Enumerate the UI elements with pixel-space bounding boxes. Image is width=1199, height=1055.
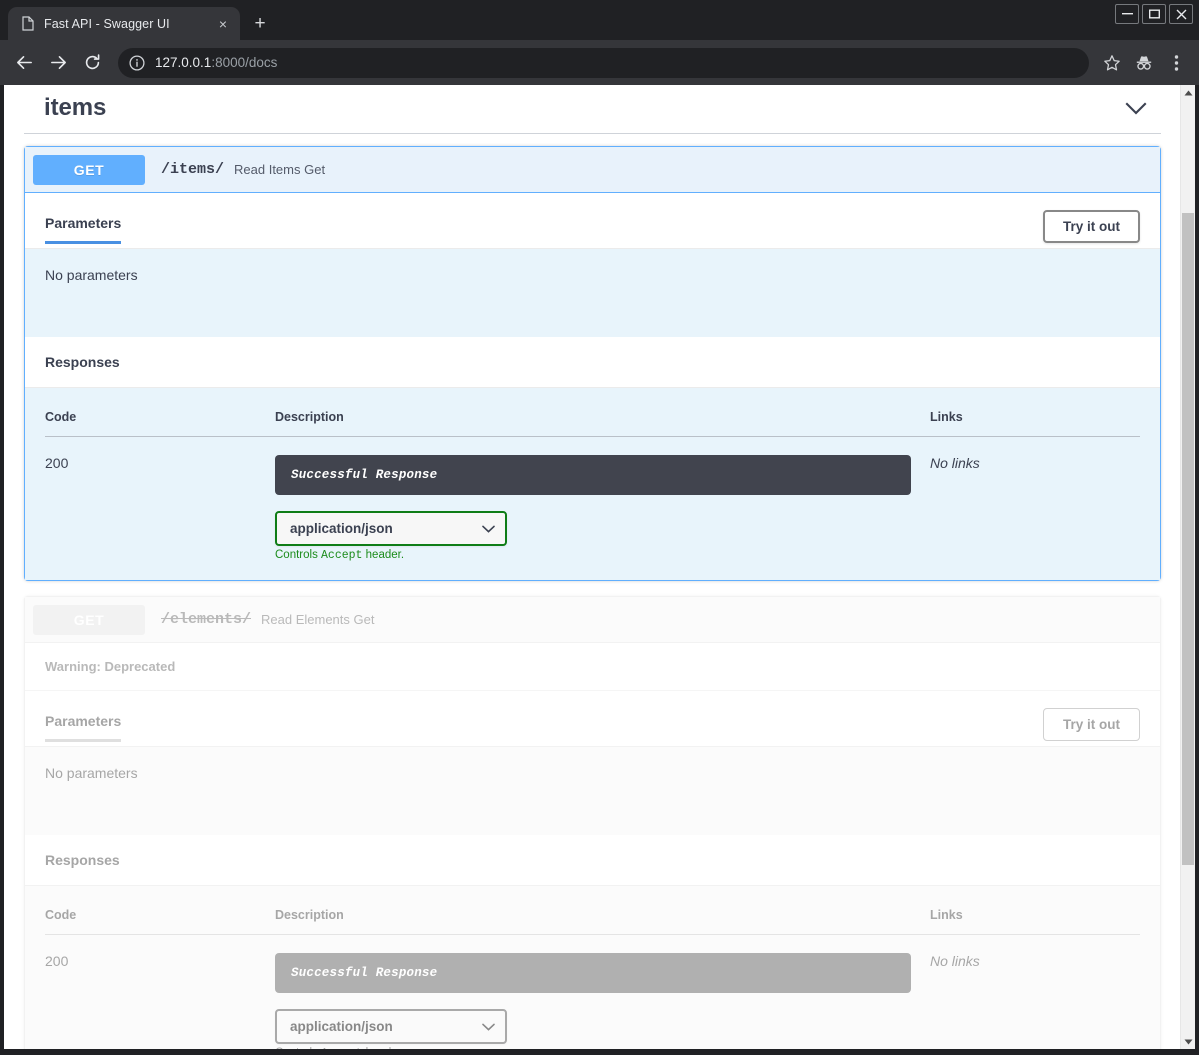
address-bar[interactable]: 127.0.0.1:8000/docs bbox=[118, 48, 1089, 78]
reload-icon[interactable] bbox=[76, 47, 108, 79]
tab-close-icon[interactable]: × bbox=[214, 15, 232, 33]
window-controls bbox=[1115, 4, 1193, 24]
browser-window: Fast API - Swagger UI × + bbox=[0, 0, 1199, 1055]
column-header-description: Description bbox=[275, 908, 930, 935]
response-description-cell: Successful Response application/json bbox=[275, 935, 930, 1050]
browser-tab[interactable]: Fast API - Swagger UI × bbox=[8, 7, 240, 40]
operation-path: /items/ bbox=[145, 161, 234, 178]
scroll-down-arrow-icon[interactable] bbox=[1181, 1034, 1195, 1049]
parameters-header: Parameters Try it out bbox=[25, 193, 1160, 249]
hint-prefix: Controls bbox=[275, 1047, 321, 1049]
hint-prefix: Controls bbox=[275, 549, 321, 561]
chevron-down-icon bbox=[482, 525, 495, 533]
operation-summary[interactable]: GET /elements/ Read Elements Get bbox=[25, 597, 1160, 643]
tag-section-header[interactable]: items bbox=[24, 93, 1161, 134]
swagger-ui: items GET /items/ Read Items Get bbox=[24, 85, 1161, 1049]
responses-title: Responses bbox=[25, 337, 1160, 388]
operation-summary-text: Read Elements Get bbox=[261, 612, 374, 627]
star-icon[interactable] bbox=[1097, 48, 1127, 78]
content-type-select[interactable]: application/json bbox=[275, 1009, 507, 1044]
operation-body: Parameters Try it out No parameters Resp… bbox=[25, 193, 1160, 580]
table-row: 200 Successful Response application/json bbox=[45, 935, 1140, 1050]
hint-header-name: Accept bbox=[321, 549, 362, 562]
hint-suffix: header. bbox=[362, 549, 404, 561]
responses-table: Code Description Links 200 bbox=[45, 908, 1140, 1049]
response-description-box: Successful Response bbox=[275, 455, 911, 495]
forward-icon[interactable] bbox=[42, 47, 74, 79]
hint-suffix: header. bbox=[362, 1047, 404, 1049]
column-header-code: Code bbox=[45, 908, 275, 935]
parameters-empty-text: No parameters bbox=[25, 249, 1160, 337]
swagger-page: items GET /items/ Read Items Get bbox=[4, 85, 1180, 1049]
tab-title: Fast API - Swagger UI bbox=[44, 17, 206, 31]
response-code: 200 bbox=[45, 935, 275, 1050]
url-text: 127.0.0.1:8000/docs bbox=[155, 55, 277, 70]
browser-toolbar: 127.0.0.1:8000/docs bbox=[0, 40, 1199, 85]
responses-table: Code Description Links 200 bbox=[45, 410, 1140, 562]
http-method-badge: GET bbox=[33, 155, 145, 185]
parameters-empty-text: No parameters bbox=[25, 747, 1160, 835]
response-code: 200 bbox=[45, 437, 275, 563]
tab-strip: Fast API - Swagger UI × + bbox=[0, 0, 1199, 40]
try-it-out-button[interactable]: Try it out bbox=[1043, 708, 1140, 741]
try-it-out-button[interactable]: Try it out bbox=[1043, 210, 1140, 243]
new-tab-button[interactable]: + bbox=[246, 9, 274, 37]
response-description-cell: Successful Response application/json bbox=[275, 437, 930, 563]
back-icon[interactable] bbox=[8, 47, 40, 79]
tab-parameters[interactable]: Parameters bbox=[45, 708, 121, 742]
url-host: 127.0.0.1 bbox=[155, 55, 211, 70]
maximize-button[interactable] bbox=[1142, 4, 1166, 24]
content-type-value: application/json bbox=[290, 521, 393, 536]
column-header-links: Links bbox=[930, 410, 1140, 437]
content-type-value: application/json bbox=[290, 1019, 393, 1034]
url-path: :8000/docs bbox=[211, 55, 277, 70]
content-type-wrapper: application/json bbox=[275, 993, 930, 1049]
no-links-text: No links bbox=[930, 455, 980, 471]
chevron-down-icon bbox=[482, 1023, 495, 1031]
response-links-cell: No links bbox=[930, 935, 1140, 1050]
scrollbar-thumb[interactable] bbox=[1182, 213, 1194, 865]
chevron-down-icon[interactable] bbox=[1121, 93, 1161, 123]
responses-body: Code Description Links 200 bbox=[25, 886, 1160, 1049]
deprecated-warning: Warning: Deprecated bbox=[25, 643, 1160, 691]
table-header-row: Code Description Links bbox=[45, 908, 1140, 935]
column-header-description: Description bbox=[275, 410, 930, 437]
info-circle-icon[interactable] bbox=[128, 54, 145, 71]
hint-header-name: Accept bbox=[321, 1047, 362, 1049]
operation-body: Warning: Deprecated Parameters Try it ou… bbox=[25, 643, 1160, 1049]
table-header-row: Code Description Links bbox=[45, 410, 1140, 437]
operation-path: /elements/ bbox=[145, 611, 261, 628]
responses-body: Code Description Links 200 bbox=[25, 388, 1160, 580]
content-type-hint: Controls Accept header. bbox=[275, 546, 930, 562]
content-type-hint: Controls Accept header. bbox=[275, 1044, 930, 1049]
responses-title: Responses bbox=[25, 835, 1160, 886]
page-icon bbox=[20, 16, 36, 32]
page-scrollbar[interactable] bbox=[1180, 85, 1195, 1049]
operation-summary[interactable]: GET /items/ Read Items Get bbox=[25, 147, 1160, 193]
minimize-button[interactable] bbox=[1115, 4, 1139, 24]
response-links-cell: No links bbox=[930, 437, 1140, 563]
parameters-tabs: Parameters bbox=[45, 210, 121, 243]
content-type-select[interactable]: application/json bbox=[275, 511, 507, 546]
table-row: 200 Successful Response application/json bbox=[45, 437, 1140, 563]
http-method-badge: GET bbox=[33, 605, 145, 635]
parameters-tabs: Parameters bbox=[45, 708, 121, 741]
page-title: items bbox=[24, 94, 106, 122]
incognito-icon[interactable] bbox=[1129, 48, 1159, 78]
operation-block-items: GET /items/ Read Items Get Parameters Tr… bbox=[24, 146, 1161, 581]
response-description-box: Successful Response bbox=[275, 953, 911, 993]
kebab-menu-icon[interactable] bbox=[1161, 48, 1191, 78]
no-links-text: No links bbox=[930, 953, 980, 969]
page-viewport: items GET /items/ Read Items Get bbox=[4, 85, 1195, 1049]
parameters-header: Parameters Try it out bbox=[25, 691, 1160, 747]
content-type-wrapper: application/json bbox=[275, 495, 930, 562]
tab-parameters[interactable]: Parameters bbox=[45, 210, 121, 244]
operation-summary-text: Read Items Get bbox=[234, 162, 325, 177]
column-header-code: Code bbox=[45, 410, 275, 437]
operation-block-elements: GET /elements/ Read Elements Get Warning… bbox=[24, 596, 1161, 1049]
column-header-links: Links bbox=[930, 908, 1140, 935]
scroll-up-arrow-icon[interactable] bbox=[1181, 85, 1195, 100]
close-button[interactable] bbox=[1169, 4, 1193, 24]
